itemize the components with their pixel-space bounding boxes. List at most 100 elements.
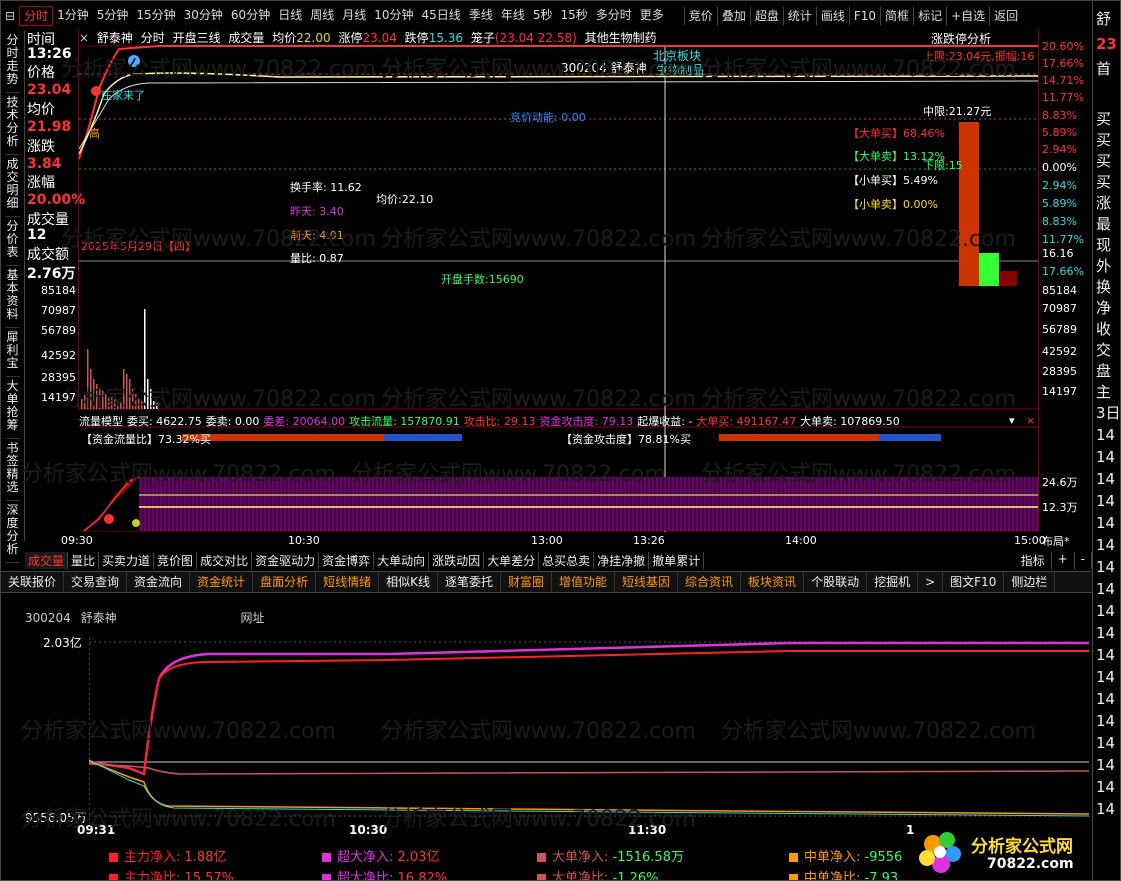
period-tab[interactable]: 30分钟 <box>180 6 227 26</box>
intraday-chart[interactable] <box>79 29 1038 532</box>
vol-tick: 42592 <box>1042 345 1077 358</box>
summary-item: 主力净入: 1.88亿 <box>109 846 226 865</box>
period-tab[interactable]: 日线 <box>274 6 306 26</box>
function-tab[interactable]: 短线情绪 <box>316 572 380 592</box>
toolbar-tab[interactable]: 返回 <box>989 7 1022 25</box>
function-tab[interactable]: 短线基因 <box>615 572 679 592</box>
function-tab[interactable]: 资金流向 <box>127 572 191 592</box>
indicator-tab[interactable]: 大单差分 <box>484 551 540 569</box>
indicator-tab[interactable]: 竞价图 <box>154 551 198 569</box>
indicator-tab[interactable]: 大单动向 <box>374 551 430 569</box>
indicator-tab[interactable]: 资金博弈 <box>319 551 375 569</box>
close-icon[interactable]: ⊟ <box>1 7 19 25</box>
toolbar-tab[interactable]: 简框 <box>880 7 913 25</box>
flow-item: 委卖: 0.00 <box>205 415 260 428</box>
summary-key: 中单净比: <box>804 871 865 881</box>
toolbar-tab[interactable]: F10 <box>848 7 880 25</box>
function-tab[interactable]: 资金统计 <box>190 572 254 592</box>
indicator-action[interactable]: 指标 <box>1015 551 1052 569</box>
period-tab[interactable]: 15分钟 <box>132 6 179 26</box>
summary-item: 中单净比: -7.93 <box>789 867 898 881</box>
toolbar-tab[interactable]: 画线 <box>815 7 849 25</box>
function-tab[interactable]: 挖掘机 <box>867 572 919 592</box>
flow-item: 大单买: 491167.47 <box>696 415 797 428</box>
indicator-tab[interactable]: 买卖力道 <box>99 551 155 569</box>
indicator-tab[interactable]: 净挂净撤 <box>594 551 650 569</box>
volume-bar <box>90 369 92 409</box>
period-tab[interactable]: 45日线 <box>418 6 465 26</box>
pct-tick: 17.66% <box>1042 57 1084 70</box>
indicator-tab[interactable]: 涨跌动因 <box>429 551 485 569</box>
period-tab[interactable]: 周线 <box>306 6 338 26</box>
sidebar-item[interactable]: 技术分析 <box>5 93 20 155</box>
toolbar-tab[interactable]: 统计 <box>782 7 816 25</box>
info-11: 12 <box>27 227 47 243</box>
flower-logo-icon <box>919 832 961 873</box>
layout-button[interactable]: 布局* <box>1042 533 1070 549</box>
fund-flow-chart[interactable] <box>89 634 1089 824</box>
indicator-tab[interactable]: 总买总卖 <box>539 551 595 569</box>
sidebar-item[interactable]: 分价表 <box>5 217 20 266</box>
edge-text: 14 <box>1096 602 1116 620</box>
toolbar-tab[interactable]: 标记 <box>913 7 946 25</box>
period-tab[interactable]: 更多 <box>636 6 668 26</box>
sidebar-item[interactable]: 成交明细 <box>5 155 20 217</box>
function-tab[interactable]: 交易查询 <box>64 572 128 592</box>
period-tab[interactable]: 年线 <box>497 6 529 26</box>
bottom-ymax: 2.03亿 <box>43 636 82 650</box>
function-tab[interactable]: 盘面分析 <box>253 572 317 592</box>
sidebar-item[interactable]: 基本资料 <box>5 266 20 328</box>
marker-icon <box>128 55 140 67</box>
period-tab[interactable]: 月线 <box>338 6 370 26</box>
indicator-action[interactable]: - <box>1075 551 1092 569</box>
period-tab[interactable]: 10分钟 <box>370 6 417 26</box>
indicator-tab[interactable]: 量比 <box>68 551 100 569</box>
summary-item: 超大净比: 16.82% <box>322 867 447 880</box>
indicator-tab[interactable]: 资金驱动力 <box>252 551 320 569</box>
bottom-time-tick: 10:30 <box>349 823 388 837</box>
info-2: 价格 <box>27 65 55 81</box>
period-tab[interactable]: 5秒 <box>529 6 557 26</box>
close-icon[interactable]: × <box>1026 414 1035 427</box>
edge-text: 14 <box>1096 580 1116 598</box>
function-tab[interactable]: 侧边栏 <box>1004 572 1056 592</box>
volume-bar <box>99 389 101 409</box>
indicator-tab[interactable]: 成交量 <box>25 551 69 569</box>
function-tab[interactable]: 相似K线 <box>379 572 438 592</box>
function-tab[interactable]: 板块资讯 <box>741 572 805 592</box>
sidebar-item[interactable]: 犀利宝 <box>5 328 20 377</box>
period-tab[interactable]: 15秒 <box>556 6 591 26</box>
sidebar-item[interactable]: 深度分析 <box>5 501 20 563</box>
function-tab[interactable]: 个股联动 <box>804 572 868 592</box>
function-tab[interactable]: > <box>918 572 944 592</box>
period-tab[interactable]: 1分钟 <box>53 6 93 26</box>
toolbar-tab[interactable]: 超盘 <box>749 7 783 25</box>
period-tab[interactable]: 5分钟 <box>93 6 133 26</box>
function-tab[interactable]: 增值功能 <box>552 572 616 592</box>
edge-text: 14 <box>1096 800 1116 818</box>
period-tab[interactable]: 分时 <box>19 6 54 26</box>
toolbar-tab[interactable]: +自选 <box>946 7 989 25</box>
function-tab[interactable]: 逐笔委托 <box>438 572 501 592</box>
dropdown-icon[interactable]: ▾ <box>1009 414 1015 427</box>
edge-text: 收 <box>1096 320 1112 338</box>
function-tab[interactable]: 图文F10 <box>943 572 1005 592</box>
volume-bar <box>111 397 113 409</box>
indicator-tab[interactable]: 撤单累计 <box>649 551 705 569</box>
period-tab[interactable]: 60分钟 <box>227 6 274 26</box>
sidebar-item[interactable]: 分时走势 <box>5 31 20 93</box>
function-tab[interactable]: 关联报价 <box>1 572 65 592</box>
edge-text: 换 <box>1096 278 1112 296</box>
toolbar-tab[interactable]: 叠加 <box>716 7 750 25</box>
volume-bar <box>117 400 119 409</box>
period-tab[interactable]: 季线 <box>465 6 497 26</box>
function-tab[interactable]: 综合资讯 <box>678 572 742 592</box>
sidebar-item[interactable]: 大单抢筹 <box>5 377 20 439</box>
sidebar-item[interactable]: 书签精选 <box>5 439 20 501</box>
toolbar-tab[interactable]: 竞价 <box>683 7 717 25</box>
period-tab[interactable]: 多分时 <box>592 6 636 26</box>
indicator-tab[interactable]: 成交对比 <box>197 551 253 569</box>
big-sell-bar <box>979 253 999 286</box>
function-tab[interactable]: 财富圈 <box>501 572 552 592</box>
indicator-action[interactable]: + <box>1052 551 1075 569</box>
